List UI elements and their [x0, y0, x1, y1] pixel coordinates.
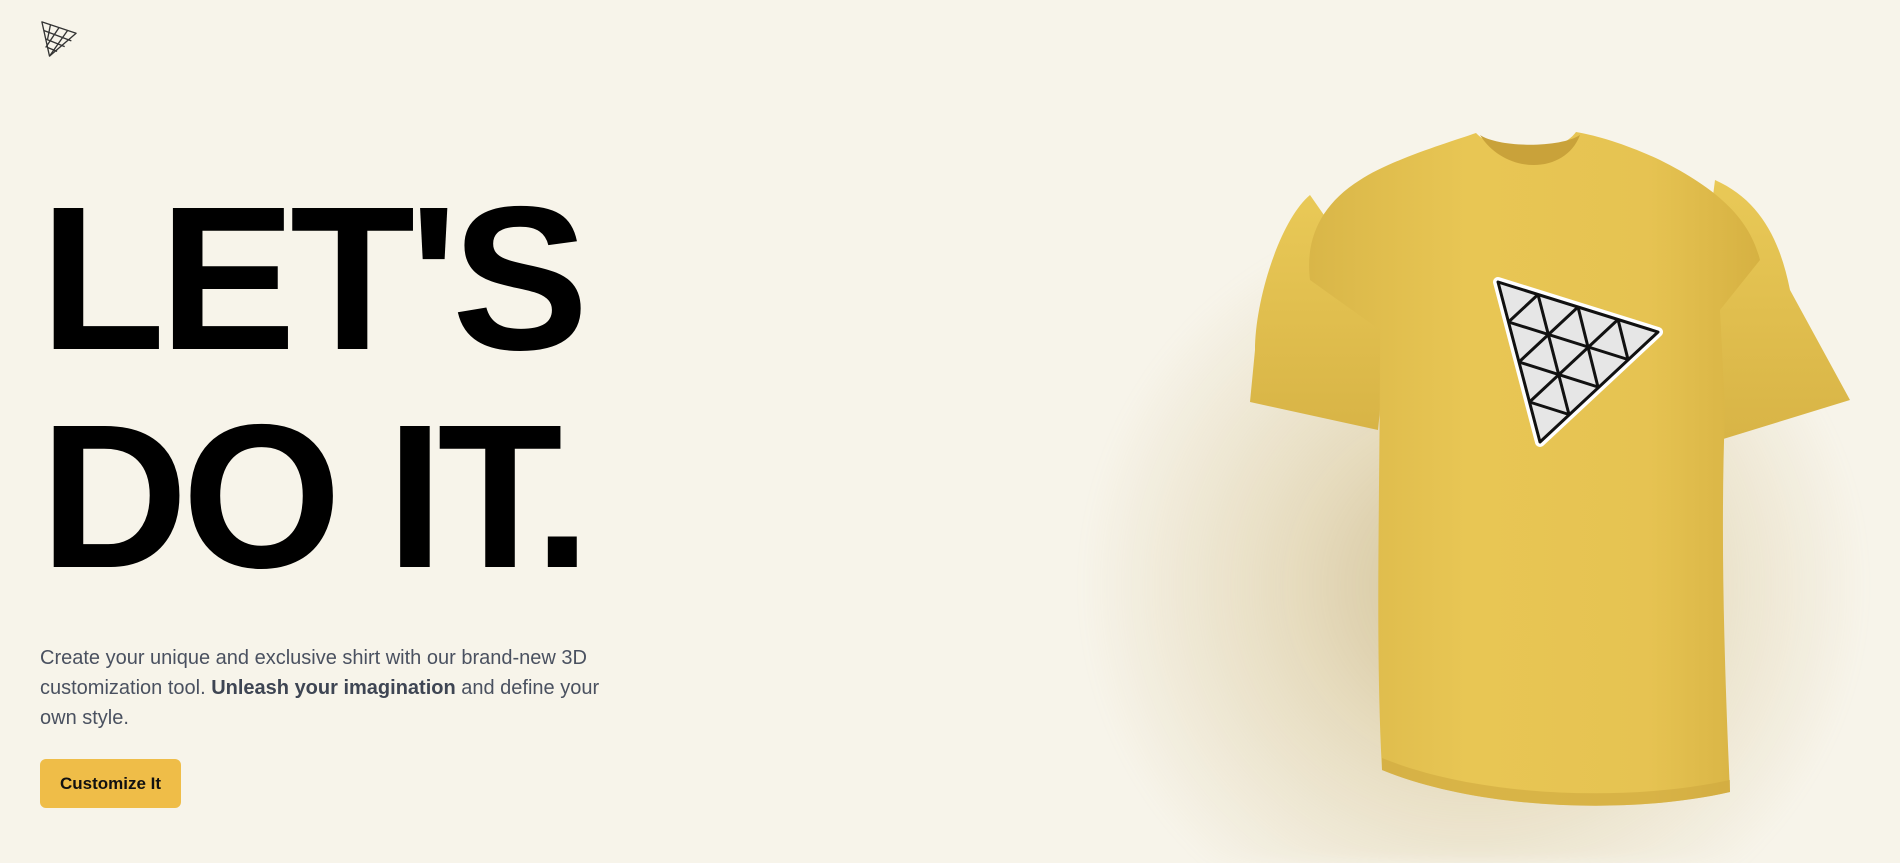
customize-it-button[interactable]: Customize It	[40, 759, 182, 808]
description-emphasis: Unleash your imagination	[211, 677, 456, 699]
headline-line-2: DO IT.	[40, 382, 591, 611]
hero-headline: LET'S DO IT.	[40, 170, 740, 606]
shirt-body	[1309, 132, 1760, 806]
hero-description: Create your unique and exclusive shirt w…	[40, 643, 600, 733]
hero-section: LET'S DO IT.	[40, 170, 740, 606]
headline-line-1: LET'S	[40, 164, 589, 393]
triangle-mesh-logo-icon[interactable]	[40, 20, 78, 58]
shirt-3d-preview[interactable]	[1160, 80, 1900, 863]
